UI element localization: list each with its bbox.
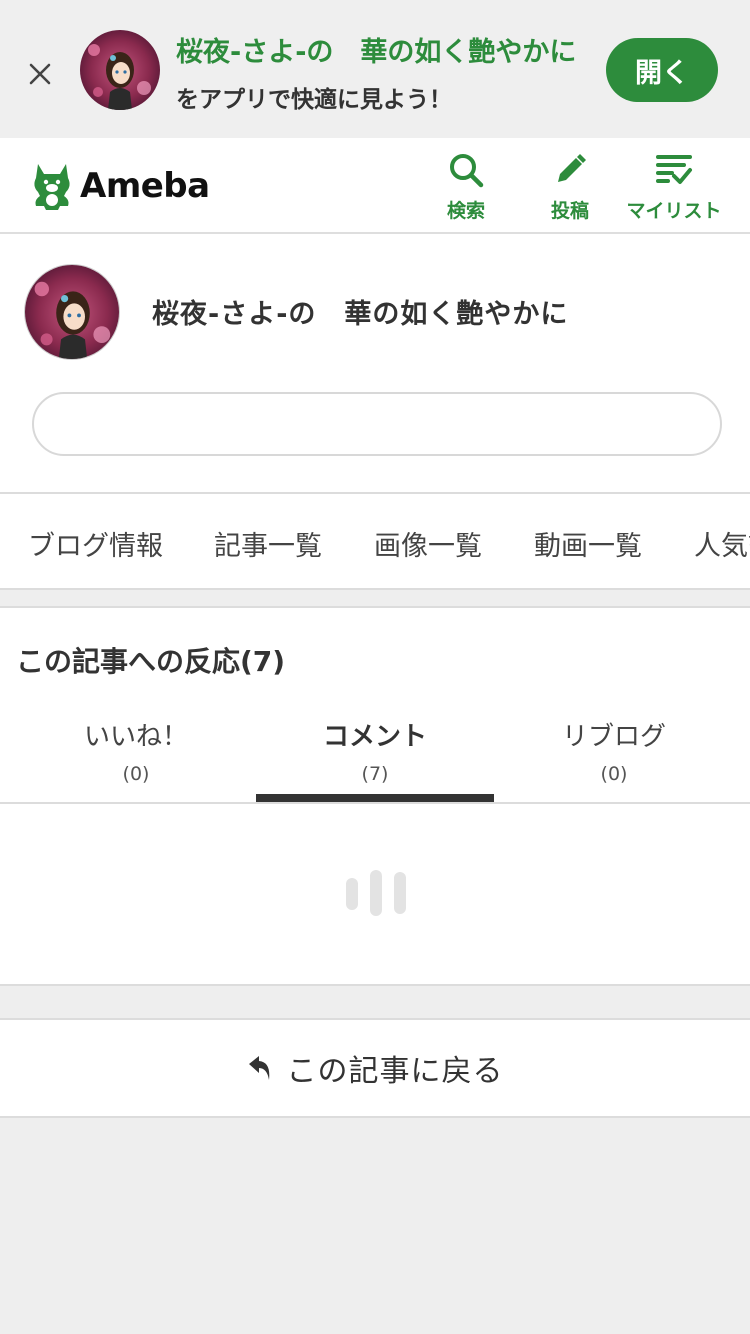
tab-image-list[interactable]: 画像一覧 — [374, 524, 482, 563]
blog-nav-tabs: ブログ情報 記事一覧 画像一覧 動画一覧 人気記事 — [0, 492, 750, 590]
back-to-article-button[interactable]: この記事に戻る — [0, 1018, 750, 1118]
reply-arrow-icon — [248, 1056, 269, 1080]
header-search-button[interactable]: 検索 — [414, 150, 518, 226]
header-mylist-label: マイリスト — [626, 200, 722, 222]
blog-avatar[interactable] — [24, 264, 120, 360]
reactions-section: この記事への反応(7) いいね！ (0) コメント (7) リブログ (0) — [0, 606, 750, 986]
tab-likes[interactable]: いいね！ (0) — [17, 716, 255, 802]
ameba-pig-icon — [34, 164, 70, 210]
active-tab-indicator — [256, 794, 494, 802]
banner-blog-avatar — [80, 30, 160, 110]
tab-reblogs-count: (0) — [600, 763, 628, 785]
header-post-label: 投稿 — [550, 200, 589, 222]
pencil-icon — [558, 154, 586, 182]
tab-reblogs-label: リブログ — [561, 722, 666, 752]
tab-likes-label: いいね！ — [83, 722, 188, 752]
app-download-banner: 桜夜-さよ-の 華の如く艶やかに をアプリで快適に見よう！ 開く — [0, 0, 750, 138]
tab-blog-info[interactable]: ブログ情報 — [28, 524, 163, 563]
tab-popular-articles[interactable]: 人気記事 — [694, 524, 750, 563]
loading-indicator — [346, 870, 406, 916]
site-header: Ameba 検索 投稿 マイリスト — [0, 138, 750, 234]
logo-text: Ameba — [80, 166, 210, 206]
header-search-label: 検索 — [446, 200, 485, 222]
tabs-divider — [0, 802, 750, 804]
ameba-logo[interactable]: Ameba — [30, 158, 210, 214]
banner-subtitle: をアプリで快適に見よう！ — [176, 87, 452, 113]
blog-header: 桜夜-さよ-の 華の如く艶やかに — [0, 234, 750, 492]
reactions-title: この記事への反応(7) — [16, 645, 286, 678]
tab-likes-count: (0) — [122, 763, 150, 785]
banner-title: 桜夜-さよ-の 華の如く艶やかに — [176, 37, 577, 68]
mylist-icon — [656, 155, 692, 184]
tab-article-list[interactable]: 記事一覧 — [214, 524, 322, 563]
blog-title[interactable]: 桜夜-さよ-の 華の如く艶やかに — [152, 292, 568, 331]
tab-reblogs[interactable]: リブログ (0) — [495, 716, 733, 802]
tab-comments-label: コメント — [322, 722, 427, 752]
back-to-article-label: この記事に戻る — [286, 1054, 504, 1089]
header-mylist-button[interactable]: マイリスト — [622, 150, 726, 226]
search-icon — [450, 154, 484, 188]
tab-video-list[interactable]: 動画一覧 — [534, 524, 642, 563]
open-app-button[interactable]: 開く — [606, 38, 718, 102]
tab-comments[interactable]: コメント (7) — [256, 716, 494, 802]
close-icon[interactable] — [22, 56, 58, 92]
blog-search-input[interactable] — [32, 392, 722, 456]
tab-comments-count: (7) — [361, 763, 389, 785]
header-post-button[interactable]: 投稿 — [518, 150, 622, 226]
